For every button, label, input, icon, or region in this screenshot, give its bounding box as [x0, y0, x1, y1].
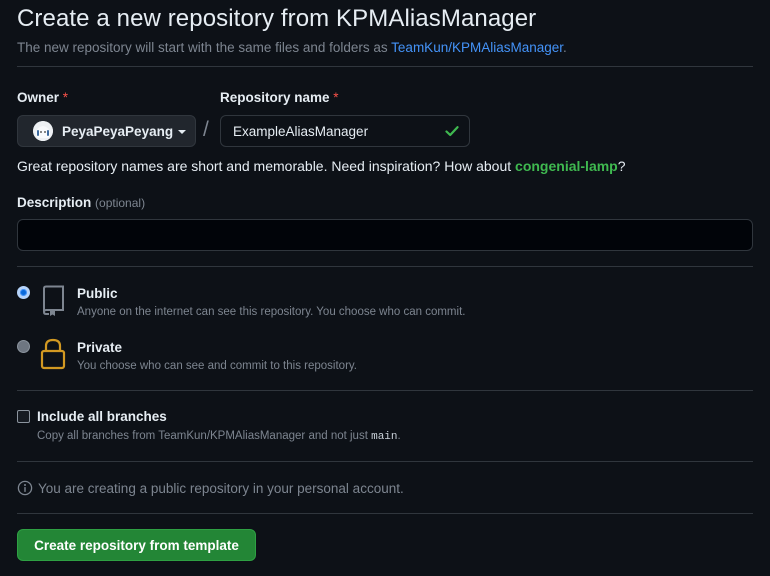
- template-repo-link[interactable]: TeamKun/KPMAliasManager: [391, 40, 563, 55]
- required-marker: *: [333, 90, 339, 105]
- hint-end: ?: [617, 158, 626, 174]
- divider: [17, 66, 753, 67]
- include-branches-end: .: [397, 430, 401, 442]
- divider: [17, 461, 753, 462]
- hint-text: Great repository names are short and mem…: [17, 158, 516, 174]
- owner-select[interactable]: PeyaPeyaPeyang: [17, 115, 196, 147]
- private-description: You choose who can see and commit to thi…: [77, 360, 357, 372]
- required-marker: *: [62, 90, 69, 105]
- info-icon: [17, 480, 33, 496]
- divider: [17, 266, 753, 267]
- owner-repo-separator: /: [203, 118, 209, 141]
- repo-name-label: Repository name *: [220, 90, 339, 105]
- divider: [17, 513, 753, 514]
- subtitle-end: .: [563, 40, 567, 55]
- owner-name: PeyaPeyaPeyang: [62, 123, 174, 139]
- divider: [17, 390, 753, 391]
- create-repo-page: Create a new repository from KPMAliasMan…: [0, 0, 770, 576]
- visibility-notice: You are creating a public repository in …: [17, 480, 404, 496]
- create-repository-button[interactable]: Create repository from template: [17, 529, 256, 561]
- owner-label: Owner *: [17, 90, 68, 105]
- public-radio[interactable]: [17, 286, 30, 299]
- branch-name: main: [371, 431, 398, 443]
- repo-name-value: ExampleAliasManager: [233, 123, 369, 139]
- public-description: Anyone on the internet can see this repo…: [77, 306, 466, 318]
- page-title: Create a new repository from KPMAliasMan…: [17, 5, 537, 32]
- avatar: [33, 121, 53, 141]
- subtitle-text: The new repository will start with the s…: [17, 40, 392, 55]
- optional-note: (optional): [95, 196, 146, 210]
- include-branches-text: Copy all branches from TeamKun/KPMAliasM…: [37, 430, 372, 442]
- description-label-text: Description: [17, 195, 92, 210]
- include-branches-description: Copy all branches from TeamKun/KPMAliasM…: [37, 430, 401, 443]
- repo-icon: [42, 285, 64, 316]
- name-suggestion-hint: Great repository names are short and mem…: [17, 158, 626, 174]
- private-title: Private: [77, 340, 123, 355]
- lock-icon: [40, 338, 66, 370]
- repo-name-label-text: Repository name: [220, 90, 330, 105]
- repo-name-input[interactable]: ExampleAliasManager: [220, 115, 470, 147]
- notice-text: You are creating a public repository in …: [38, 480, 404, 496]
- public-title: Public: [77, 286, 118, 301]
- include-branches-checkbox[interactable]: [17, 410, 30, 423]
- private-radio[interactable]: [17, 340, 30, 353]
- description-input[interactable]: [17, 219, 753, 251]
- owner-label-text: Owner: [17, 90, 60, 105]
- check-icon: [445, 126, 459, 137]
- page-subtitle: The new repository will start with the s…: [17, 40, 567, 55]
- description-label: Description (optional): [17, 195, 145, 210]
- suggested-name-link[interactable]: congenial-lamp: [515, 158, 618, 174]
- include-branches-title: Include all branches: [37, 409, 167, 424]
- caret-down-icon: [178, 129, 187, 134]
